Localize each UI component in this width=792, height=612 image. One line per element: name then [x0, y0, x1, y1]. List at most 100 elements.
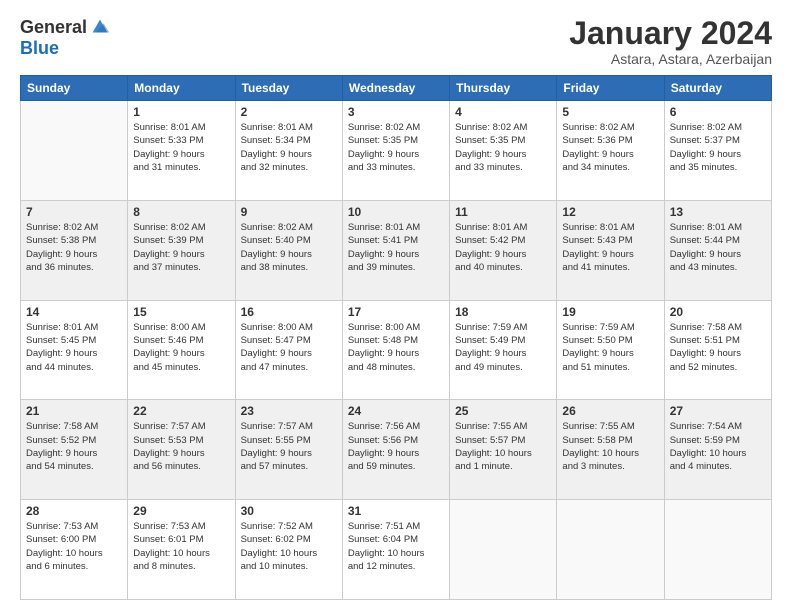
calendar-header-sunday: Sunday [21, 76, 128, 101]
day-number: 27 [670, 404, 766, 418]
calendar-cell: 17 Sunrise: 8:00 AM Sunset: 5:48 PM Dayli… [342, 300, 449, 400]
day-number: 29 [133, 504, 229, 518]
day-number: 3 [348, 105, 444, 119]
calendar-cell: 3 Sunrise: 8:02 AM Sunset: 5:35 PM Daylig… [342, 101, 449, 201]
calendar-cell: 11 Sunrise: 8:01 AM Sunset: 5:42 PM Dayli… [450, 200, 557, 300]
calendar-week-row: 28 Sunrise: 7:53 AM Sunset: 6:00 PM Dayli… [21, 500, 772, 600]
calendar-table: SundayMondayTuesdayWednesdayThursdayFrid… [20, 75, 772, 600]
calendar-cell [557, 500, 664, 600]
calendar-header-wednesday: Wednesday [342, 76, 449, 101]
day-info: Sunrise: 8:02 AM Sunset: 5:35 PM Dayligh… [455, 121, 551, 174]
day-number: 31 [348, 504, 444, 518]
calendar-cell [664, 500, 771, 600]
day-info: Sunrise: 7:56 AM Sunset: 5:56 PM Dayligh… [348, 420, 444, 473]
day-info: Sunrise: 8:02 AM Sunset: 5:37 PM Dayligh… [670, 121, 766, 174]
day-info: Sunrise: 8:02 AM Sunset: 5:35 PM Dayligh… [348, 121, 444, 174]
day-number: 16 [241, 305, 337, 319]
calendar-header-saturday: Saturday [664, 76, 771, 101]
calendar-cell: 15 Sunrise: 8:00 AM Sunset: 5:46 PM Dayli… [128, 300, 235, 400]
day-number: 8 [133, 205, 229, 219]
day-info: Sunrise: 8:02 AM Sunset: 5:40 PM Dayligh… [241, 221, 337, 274]
day-info: Sunrise: 8:01 AM Sunset: 5:44 PM Dayligh… [670, 221, 766, 274]
day-number: 11 [455, 205, 551, 219]
day-number: 24 [348, 404, 444, 418]
logo-blue: Blue [20, 38, 59, 59]
calendar-cell: 5 Sunrise: 8:02 AM Sunset: 5:36 PM Daylig… [557, 101, 664, 201]
day-number: 4 [455, 105, 551, 119]
day-info: Sunrise: 7:52 AM Sunset: 6:02 PM Dayligh… [241, 520, 337, 573]
day-info: Sunrise: 8:01 AM Sunset: 5:43 PM Dayligh… [562, 221, 658, 274]
calendar-cell: 9Sunrise: 8:02 AM Sunset: 5:40 PM Daylig… [235, 200, 342, 300]
day-number: 13 [670, 205, 766, 219]
calendar-cell: 18 Sunrise: 7:59 AM Sunset: 5:49 PM Dayli… [450, 300, 557, 400]
calendar-cell: 7Sunrise: 8:02 AM Sunset: 5:38 PM Daylig… [21, 200, 128, 300]
day-info: Sunrise: 8:01 AM Sunset: 5:42 PM Dayligh… [455, 221, 551, 274]
day-info: Sunrise: 7:59 AM Sunset: 5:49 PM Dayligh… [455, 321, 551, 374]
calendar-cell: 31 Sunrise: 7:51 AM Sunset: 6:04 PM Dayli… [342, 500, 449, 600]
calendar-cell: 1 Sunrise: 8:01 AM Sunset: 5:33 PM Daylig… [128, 101, 235, 201]
calendar-cell [450, 500, 557, 600]
day-info: Sunrise: 8:01 AM Sunset: 5:33 PM Dayligh… [133, 121, 229, 174]
day-number: 10 [348, 205, 444, 219]
calendar-cell: 24 Sunrise: 7:56 AM Sunset: 5:56 PM Dayli… [342, 400, 449, 500]
month-title: January 2024 [569, 16, 772, 51]
calendar-week-row: 21 Sunrise: 7:58 AM Sunset: 5:52 PM Dayli… [21, 400, 772, 500]
day-info: Sunrise: 8:00 AM Sunset: 5:48 PM Dayligh… [348, 321, 444, 374]
day-number: 17 [348, 305, 444, 319]
day-number: 21 [26, 404, 122, 418]
calendar-cell: 21 Sunrise: 7:58 AM Sunset: 5:52 PM Dayli… [21, 400, 128, 500]
day-info: Sunrise: 8:01 AM Sunset: 5:45 PM Dayligh… [26, 321, 122, 374]
day-number: 1 [133, 105, 229, 119]
day-info: Sunrise: 8:01 AM Sunset: 5:41 PM Dayligh… [348, 221, 444, 274]
logo-general: General [20, 17, 87, 38]
day-number: 25 [455, 404, 551, 418]
calendar-cell: 4 Sunrise: 8:02 AM Sunset: 5:35 PM Daylig… [450, 101, 557, 201]
day-number: 6 [670, 105, 766, 119]
calendar-week-row: 1 Sunrise: 8:01 AM Sunset: 5:33 PM Daylig… [21, 101, 772, 201]
day-number: 19 [562, 305, 658, 319]
calendar-cell: 23Sunrise: 7:57 AM Sunset: 5:55 PM Dayli… [235, 400, 342, 500]
day-number: 5 [562, 105, 658, 119]
day-info: Sunrise: 8:01 AM Sunset: 5:34 PM Dayligh… [241, 121, 337, 174]
header: General Blue January 2024 Astara, Astara… [20, 16, 772, 67]
day-number: 2 [241, 105, 337, 119]
day-number: 26 [562, 404, 658, 418]
day-info: Sunrise: 8:02 AM Sunset: 5:36 PM Dayligh… [562, 121, 658, 174]
day-number: 22 [133, 404, 229, 418]
day-number: 30 [241, 504, 337, 518]
day-info: Sunrise: 7:51 AM Sunset: 6:04 PM Dayligh… [348, 520, 444, 573]
calendar-header-monday: Monday [128, 76, 235, 101]
day-info: Sunrise: 8:00 AM Sunset: 5:47 PM Dayligh… [241, 321, 337, 374]
calendar-cell: 27 Sunrise: 7:54 AM Sunset: 5:59 PM Dayli… [664, 400, 771, 500]
page: General Blue January 2024 Astara, Astara… [0, 0, 792, 612]
calendar-cell: 22 Sunrise: 7:57 AM Sunset: 5:53 PM Dayli… [128, 400, 235, 500]
calendar-cell: 29Sunrise: 7:53 AM Sunset: 6:01 PM Dayli… [128, 500, 235, 600]
day-info: Sunrise: 7:59 AM Sunset: 5:50 PM Dayligh… [562, 321, 658, 374]
logo-text: General [20, 16, 111, 38]
calendar-cell: 10 Sunrise: 8:01 AM Sunset: 5:41 PM Dayli… [342, 200, 449, 300]
calendar-cell: 28 Sunrise: 7:53 AM Sunset: 6:00 PM Dayli… [21, 500, 128, 600]
day-number: 20 [670, 305, 766, 319]
day-info: Sunrise: 7:57 AM Sunset: 5:53 PM Dayligh… [133, 420, 229, 473]
location: Astara, Astara, Azerbaijan [569, 51, 772, 67]
day-info: Sunrise: 7:55 AM Sunset: 5:57 PM Dayligh… [455, 420, 551, 473]
day-number: 7 [26, 205, 122, 219]
day-info: Sunrise: 7:53 AM Sunset: 6:00 PM Dayligh… [26, 520, 122, 573]
day-info: Sunrise: 8:02 AM Sunset: 5:39 PM Dayligh… [133, 221, 229, 274]
calendar-cell: 8 Sunrise: 8:02 AM Sunset: 5:39 PM Daylig… [128, 200, 235, 300]
calendar-cell: 25 Sunrise: 7:55 AM Sunset: 5:57 PM Dayli… [450, 400, 557, 500]
calendar-cell: 30 Sunrise: 7:52 AM Sunset: 6:02 PM Dayli… [235, 500, 342, 600]
day-number: 28 [26, 504, 122, 518]
calendar-cell: 26Sunrise: 7:55 AM Sunset: 5:58 PM Dayli… [557, 400, 664, 500]
calendar-cell: 12Sunrise: 8:01 AM Sunset: 5:43 PM Dayli… [557, 200, 664, 300]
calendar-week-row: 14Sunrise: 8:01 AM Sunset: 5:45 PM Dayli… [21, 300, 772, 400]
day-number: 18 [455, 305, 551, 319]
logo-icon [89, 16, 111, 38]
calendar-cell: 20Sunrise: 7:58 AM Sunset: 5:51 PM Dayli… [664, 300, 771, 400]
calendar-cell: 16 Sunrise: 8:00 AM Sunset: 5:47 PM Dayli… [235, 300, 342, 400]
day-number: 15 [133, 305, 229, 319]
day-info: Sunrise: 7:58 AM Sunset: 5:52 PM Dayligh… [26, 420, 122, 473]
day-info: Sunrise: 7:54 AM Sunset: 5:59 PM Dayligh… [670, 420, 766, 473]
day-info: Sunrise: 8:00 AM Sunset: 5:46 PM Dayligh… [133, 321, 229, 374]
day-number: 23 [241, 404, 337, 418]
